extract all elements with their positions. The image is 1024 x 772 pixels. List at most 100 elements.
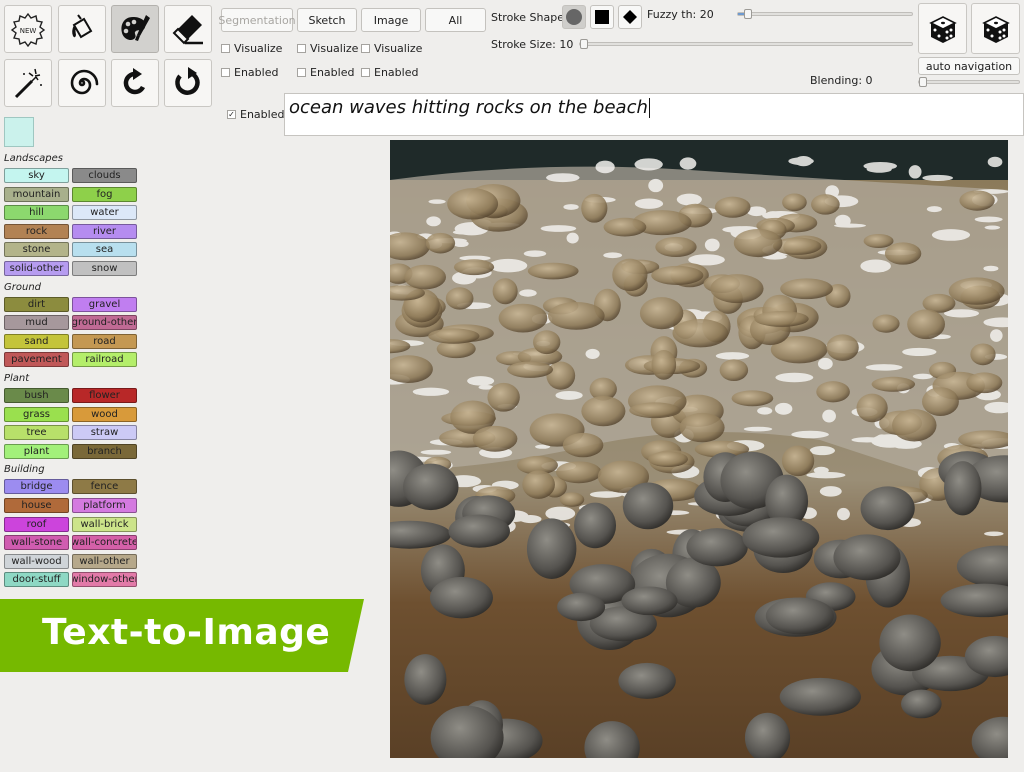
auto-navigation-button[interactable]: auto navigation — [918, 57, 1020, 75]
label-sea-button[interactable]: sea — [72, 242, 137, 258]
label-hill-button[interactable]: hill — [4, 205, 69, 221]
segmentation-visualize-checkbox[interactable]: Visualize — [221, 42, 282, 55]
label-rock-button[interactable]: rock — [4, 223, 69, 239]
foam-patch — [813, 466, 829, 474]
image-visualize-checkbox[interactable]: Visualize — [361, 42, 422, 55]
random-style-button[interactable] — [918, 3, 967, 54]
label-fog-button[interactable]: fog — [72, 186, 137, 202]
stroke-shape-diamond-button[interactable] — [618, 5, 642, 29]
label-road-button[interactable]: road — [72, 333, 137, 349]
current-color-swatch — [4, 117, 34, 147]
blending-slider[interactable] — [918, 77, 1020, 87]
pebble — [522, 470, 555, 499]
label-wall-stone-button[interactable]: wall-stone — [4, 535, 69, 551]
label-wall-wood-button[interactable]: wall-wood — [4, 553, 69, 569]
checkbox-label: Enabled — [374, 66, 419, 79]
undo-button[interactable] — [111, 59, 159, 107]
label-roof-button[interactable]: roof — [4, 516, 69, 532]
pebble — [559, 492, 585, 507]
label-sky-button[interactable]: sky — [4, 168, 69, 183]
foam-patch — [676, 193, 702, 206]
redo-icon — [175, 67, 200, 95]
banner-title: Text-to-Image — [42, 612, 331, 653]
label-bridge-button[interactable]: bridge — [4, 479, 69, 495]
slider-handle[interactable] — [580, 39, 588, 49]
segmentation-enabled-checkbox[interactable]: Enabled — [221, 66, 278, 79]
pebble — [754, 310, 809, 327]
label-flower-button[interactable]: flower — [72, 388, 137, 403]
label-dirt-button[interactable]: dirt — [4, 296, 69, 312]
label-grass-button[interactable]: grass — [4, 406, 69, 422]
label-gravel-button[interactable]: gravel — [72, 296, 137, 312]
pebble — [581, 193, 608, 223]
label-tree-button[interactable]: tree — [4, 425, 69, 441]
label-door-stuff-button[interactable]: door-stuff — [4, 572, 69, 588]
label-pavement-button[interactable]: pavement — [4, 352, 69, 368]
label-mud-button[interactable]: mud — [4, 315, 69, 331]
pebble — [863, 233, 894, 249]
redo-button[interactable] — [164, 59, 212, 107]
label-ground-other-button[interactable]: ground-other — [72, 315, 137, 331]
foam-patch — [984, 225, 1001, 230]
label-wood-button[interactable]: wood — [72, 406, 137, 422]
label-straw-button[interactable]: straw — [72, 425, 137, 441]
text-prompt-enabled-checkbox[interactable]: ✓ Enabled — [227, 108, 284, 121]
pebble — [856, 393, 888, 423]
label-branch-button[interactable]: branch — [72, 443, 137, 459]
label-window-other-button[interactable]: window-other — [72, 572, 137, 588]
sketch-visualize-checkbox[interactable]: Visualize — [297, 42, 358, 55]
slider-handle[interactable] — [919, 77, 927, 87]
fuzzy-threshold-slider[interactable] — [737, 9, 913, 19]
magic-wand-button[interactable] — [4, 59, 52, 107]
label-bush-button[interactable]: bush — [4, 388, 69, 403]
all-button[interactable]: All — [425, 8, 486, 32]
foam-patch — [926, 206, 942, 213]
label-solid-other-button[interactable]: solid-other — [4, 261, 69, 276]
boulder — [404, 654, 447, 705]
label-clouds-button[interactable]: clouds — [72, 168, 137, 183]
dice-icon — [981, 15, 1010, 43]
new-canvas-button[interactable]: NEW — [4, 5, 52, 53]
sketch-enabled-checkbox[interactable]: Enabled — [297, 66, 354, 79]
stroke-shape-circle-button[interactable] — [562, 5, 586, 29]
fill-tool-button[interactable] — [58, 5, 106, 53]
label-railroad-button[interactable]: railroad — [72, 352, 137, 368]
segmentation-button[interactable]: Segmentation — [218, 8, 296, 32]
random-layout-button[interactable] — [971, 3, 1020, 54]
label-house-button[interactable]: house — [4, 498, 69, 513]
stroke-size-slider[interactable] — [579, 39, 913, 49]
label-mountain-button[interactable]: mountain — [4, 186, 69, 202]
boulder — [860, 486, 915, 531]
stroke-shape-square-button[interactable] — [590, 5, 614, 29]
label-plant-button[interactable]: plant — [4, 443, 69, 459]
label-snow-button[interactable]: snow — [72, 261, 137, 276]
checkbox-label: Enabled — [310, 66, 355, 79]
text-prompt-input[interactable]: ocean waves hitting rocks on the beach — [284, 93, 1024, 136]
label-stone-button[interactable]: stone — [4, 242, 69, 258]
label-river-button[interactable]: river — [72, 223, 137, 239]
label-wall-brick-button[interactable]: wall-brick — [72, 516, 137, 532]
foam-patch — [648, 178, 664, 193]
label-fence-button[interactable]: fence — [72, 479, 137, 495]
image-button[interactable]: Image — [361, 8, 421, 32]
label-wall-concrete-button[interactable]: wall-concrete — [72, 535, 137, 551]
palette-tool-button[interactable] — [111, 5, 159, 53]
foam-patch — [974, 216, 1003, 223]
boulder — [403, 463, 459, 511]
sketch-button[interactable]: Sketch — [297, 8, 357, 32]
label-wall-other-button[interactable]: wall-other — [72, 553, 137, 569]
pebble — [555, 461, 602, 484]
slider-handle[interactable] — [744, 9, 752, 19]
text-caret — [648, 98, 650, 118]
label-water-button[interactable]: water — [72, 205, 137, 221]
boulder — [622, 482, 674, 530]
eraser-tool-button[interactable] — [164, 5, 212, 53]
boulder — [900, 689, 942, 719]
boulder — [779, 677, 861, 716]
label-platform-button[interactable]: platform — [72, 498, 137, 513]
spiral-button[interactable] — [58, 59, 106, 107]
generated-image[interactable] — [390, 140, 1008, 758]
paint-bucket-icon — [72, 14, 93, 39]
image-enabled-checkbox[interactable]: Enabled — [361, 66, 418, 79]
label-sand-button[interactable]: sand — [4, 333, 69, 349]
